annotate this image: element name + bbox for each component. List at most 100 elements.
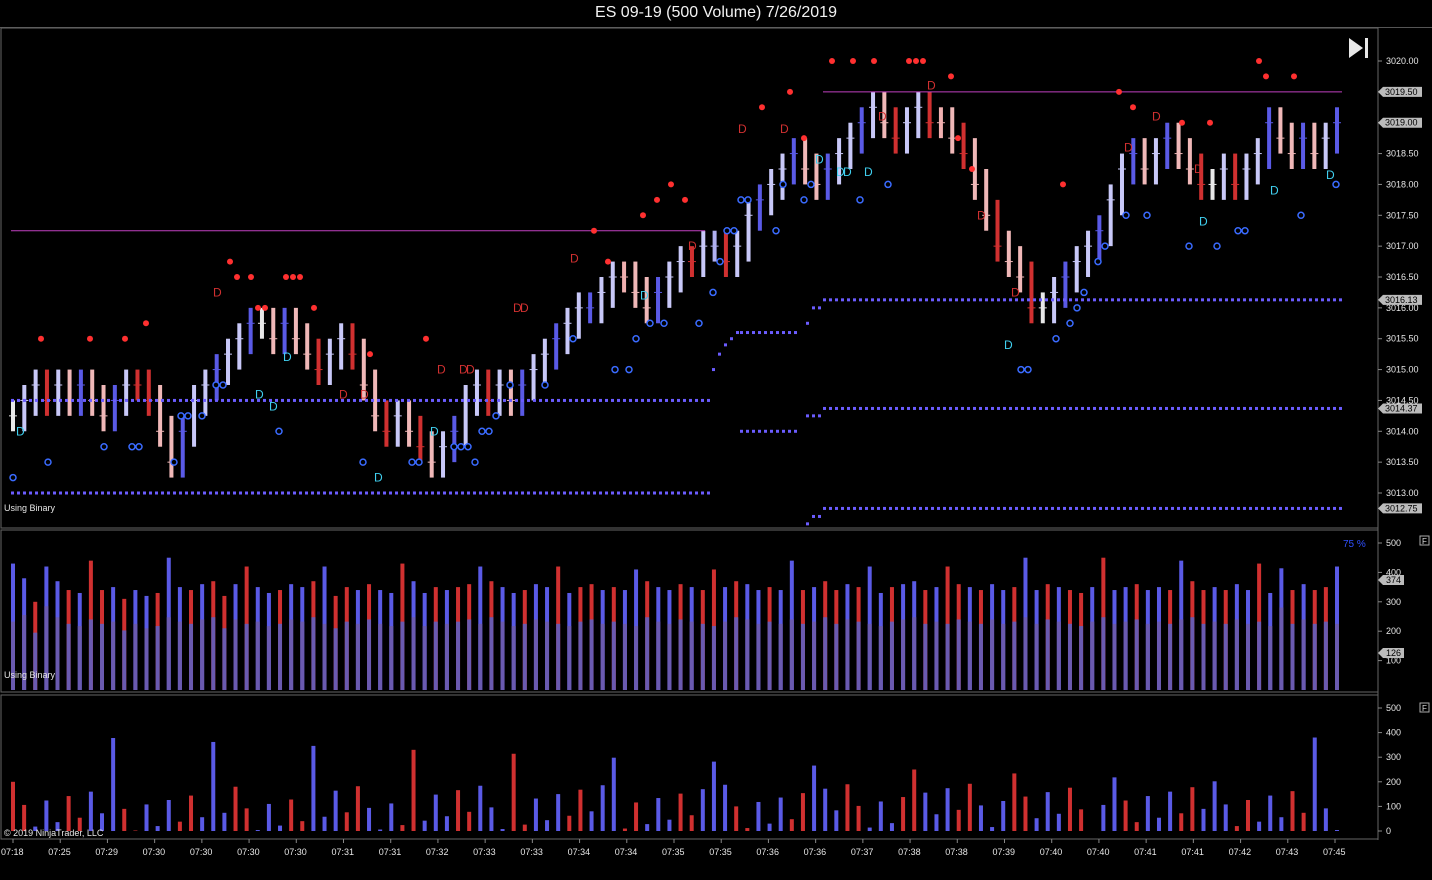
- level-dot: [1219, 406, 1222, 410]
- level-dot: [1165, 298, 1168, 302]
- level-dot: [161, 491, 164, 495]
- delta-bar: [767, 823, 772, 831]
- level-dot: [1039, 406, 1042, 410]
- sell-signal: [255, 304, 261, 311]
- price-bar: [56, 369, 61, 416]
- delta-panel-flag[interactable]: F: [1419, 702, 1430, 713]
- level-dot: [233, 398, 236, 402]
- level-dot: [1279, 298, 1282, 302]
- buy-signal: [506, 381, 514, 389]
- buy-signal: [128, 442, 136, 451]
- volume-tick-label: 200: [1386, 626, 1401, 636]
- level-dot: [782, 331, 785, 335]
- level-dot: [707, 491, 710, 495]
- price-bar: [1029, 261, 1034, 324]
- volume-bar-base: [1034, 623, 1039, 690]
- sell-signal: [801, 135, 807, 142]
- level-dot: [1057, 406, 1060, 410]
- level-dot: [431, 491, 434, 495]
- level-dot: [1213, 506, 1216, 510]
- volume-panel-label: Using Binary: [4, 670, 56, 680]
- level-dot: [341, 491, 344, 495]
- delta-bar: [756, 801, 761, 831]
- delta-bar: [845, 784, 850, 831]
- volume-bar-base: [77, 626, 82, 690]
- buy-signal: [660, 319, 668, 328]
- level-dot: [718, 352, 721, 356]
- price-bar: [339, 323, 344, 370]
- price-bar: [158, 385, 163, 447]
- level-dot: [1069, 298, 1072, 302]
- level-dot: [1147, 506, 1150, 510]
- delta-bars: [11, 737, 1339, 831]
- volume-bar-base: [422, 626, 427, 690]
- price-bar: [904, 107, 909, 154]
- level-dot: [41, 398, 44, 402]
- delta-axis: 500 400 300 200 100 0: [1378, 703, 1401, 836]
- sell-signal: [227, 258, 233, 265]
- volume-bar-base: [945, 623, 950, 690]
- d-marker-red: D: [213, 285, 222, 299]
- buy-signal: [457, 442, 465, 451]
- level-dot: [865, 506, 868, 510]
- delta-bar: [1257, 821, 1262, 831]
- chart-canvas[interactable]: DD DD DDDDDDD DDDDDDDDDDDDDDDDDD DDDDD 3020.…: [0, 0, 1432, 880]
- level-dot: [665, 491, 668, 495]
- d-marker-red: D: [1011, 285, 1020, 299]
- level-dot: [1015, 406, 1018, 410]
- price-panel[interactable]: [0, 27, 1379, 529]
- level-dot: [1291, 506, 1294, 510]
- price-bar: [1255, 138, 1260, 185]
- volume-bar-base: [622, 623, 627, 690]
- level-dot: [1123, 406, 1126, 410]
- volume-panel-flag[interactable]: F: [1419, 535, 1430, 546]
- delta-bar: [389, 803, 394, 831]
- level-dot: [71, 398, 74, 402]
- level-dot: [593, 491, 596, 495]
- delta-bar: [1112, 777, 1117, 831]
- buy-signal: [772, 226, 780, 235]
- delta-bar: [1067, 787, 1072, 831]
- delta-bar: [1056, 813, 1061, 831]
- level-dot: [925, 298, 928, 302]
- level-dot: [1231, 506, 1234, 510]
- level-dot: [776, 331, 779, 335]
- level-dot: [89, 491, 92, 495]
- buy-signal: [1143, 211, 1151, 220]
- volume-bar-base: [433, 621, 438, 690]
- delta-bar: [355, 786, 360, 831]
- level-dot: [419, 491, 422, 495]
- buy-signal: [541, 381, 549, 389]
- level-dot: [689, 491, 692, 495]
- price-tick-label: 3018.00: [1386, 179, 1419, 189]
- level-dot: [973, 298, 976, 302]
- level-dot: [979, 506, 982, 510]
- level-dot: [245, 491, 248, 495]
- level-dot: [233, 491, 236, 495]
- level-dot: [527, 491, 530, 495]
- skip-to-end-icon[interactable]: [1349, 38, 1368, 58]
- level-dot: [101, 491, 104, 495]
- volume-bar-base: [990, 619, 995, 690]
- level-dot: [413, 398, 416, 402]
- d-marker-cyan: D: [430, 424, 439, 438]
- volume-flag-label: 126: [1386, 648, 1401, 658]
- level-dot: [215, 398, 218, 402]
- level-dot: [1261, 298, 1264, 302]
- price-bar: [226, 338, 231, 385]
- delta-bar: [645, 824, 650, 831]
- volume-bar-base: [867, 623, 872, 690]
- time-tick-label: 07:33: [473, 847, 496, 857]
- d-marker-cyan: D: [1199, 214, 1208, 228]
- volume-bar-base: [778, 623, 783, 690]
- level-dot: [1279, 406, 1282, 410]
- level-dot: [901, 298, 904, 302]
- level-dot: [1249, 406, 1252, 410]
- volume-bar-base: [222, 628, 227, 690]
- level-dot: [497, 398, 500, 402]
- price-bar: [1108, 184, 1113, 247]
- level-dot: [1207, 506, 1210, 510]
- level-dot: [263, 491, 266, 495]
- level-dot: [829, 298, 832, 302]
- resistance-lines: [11, 91, 1342, 232]
